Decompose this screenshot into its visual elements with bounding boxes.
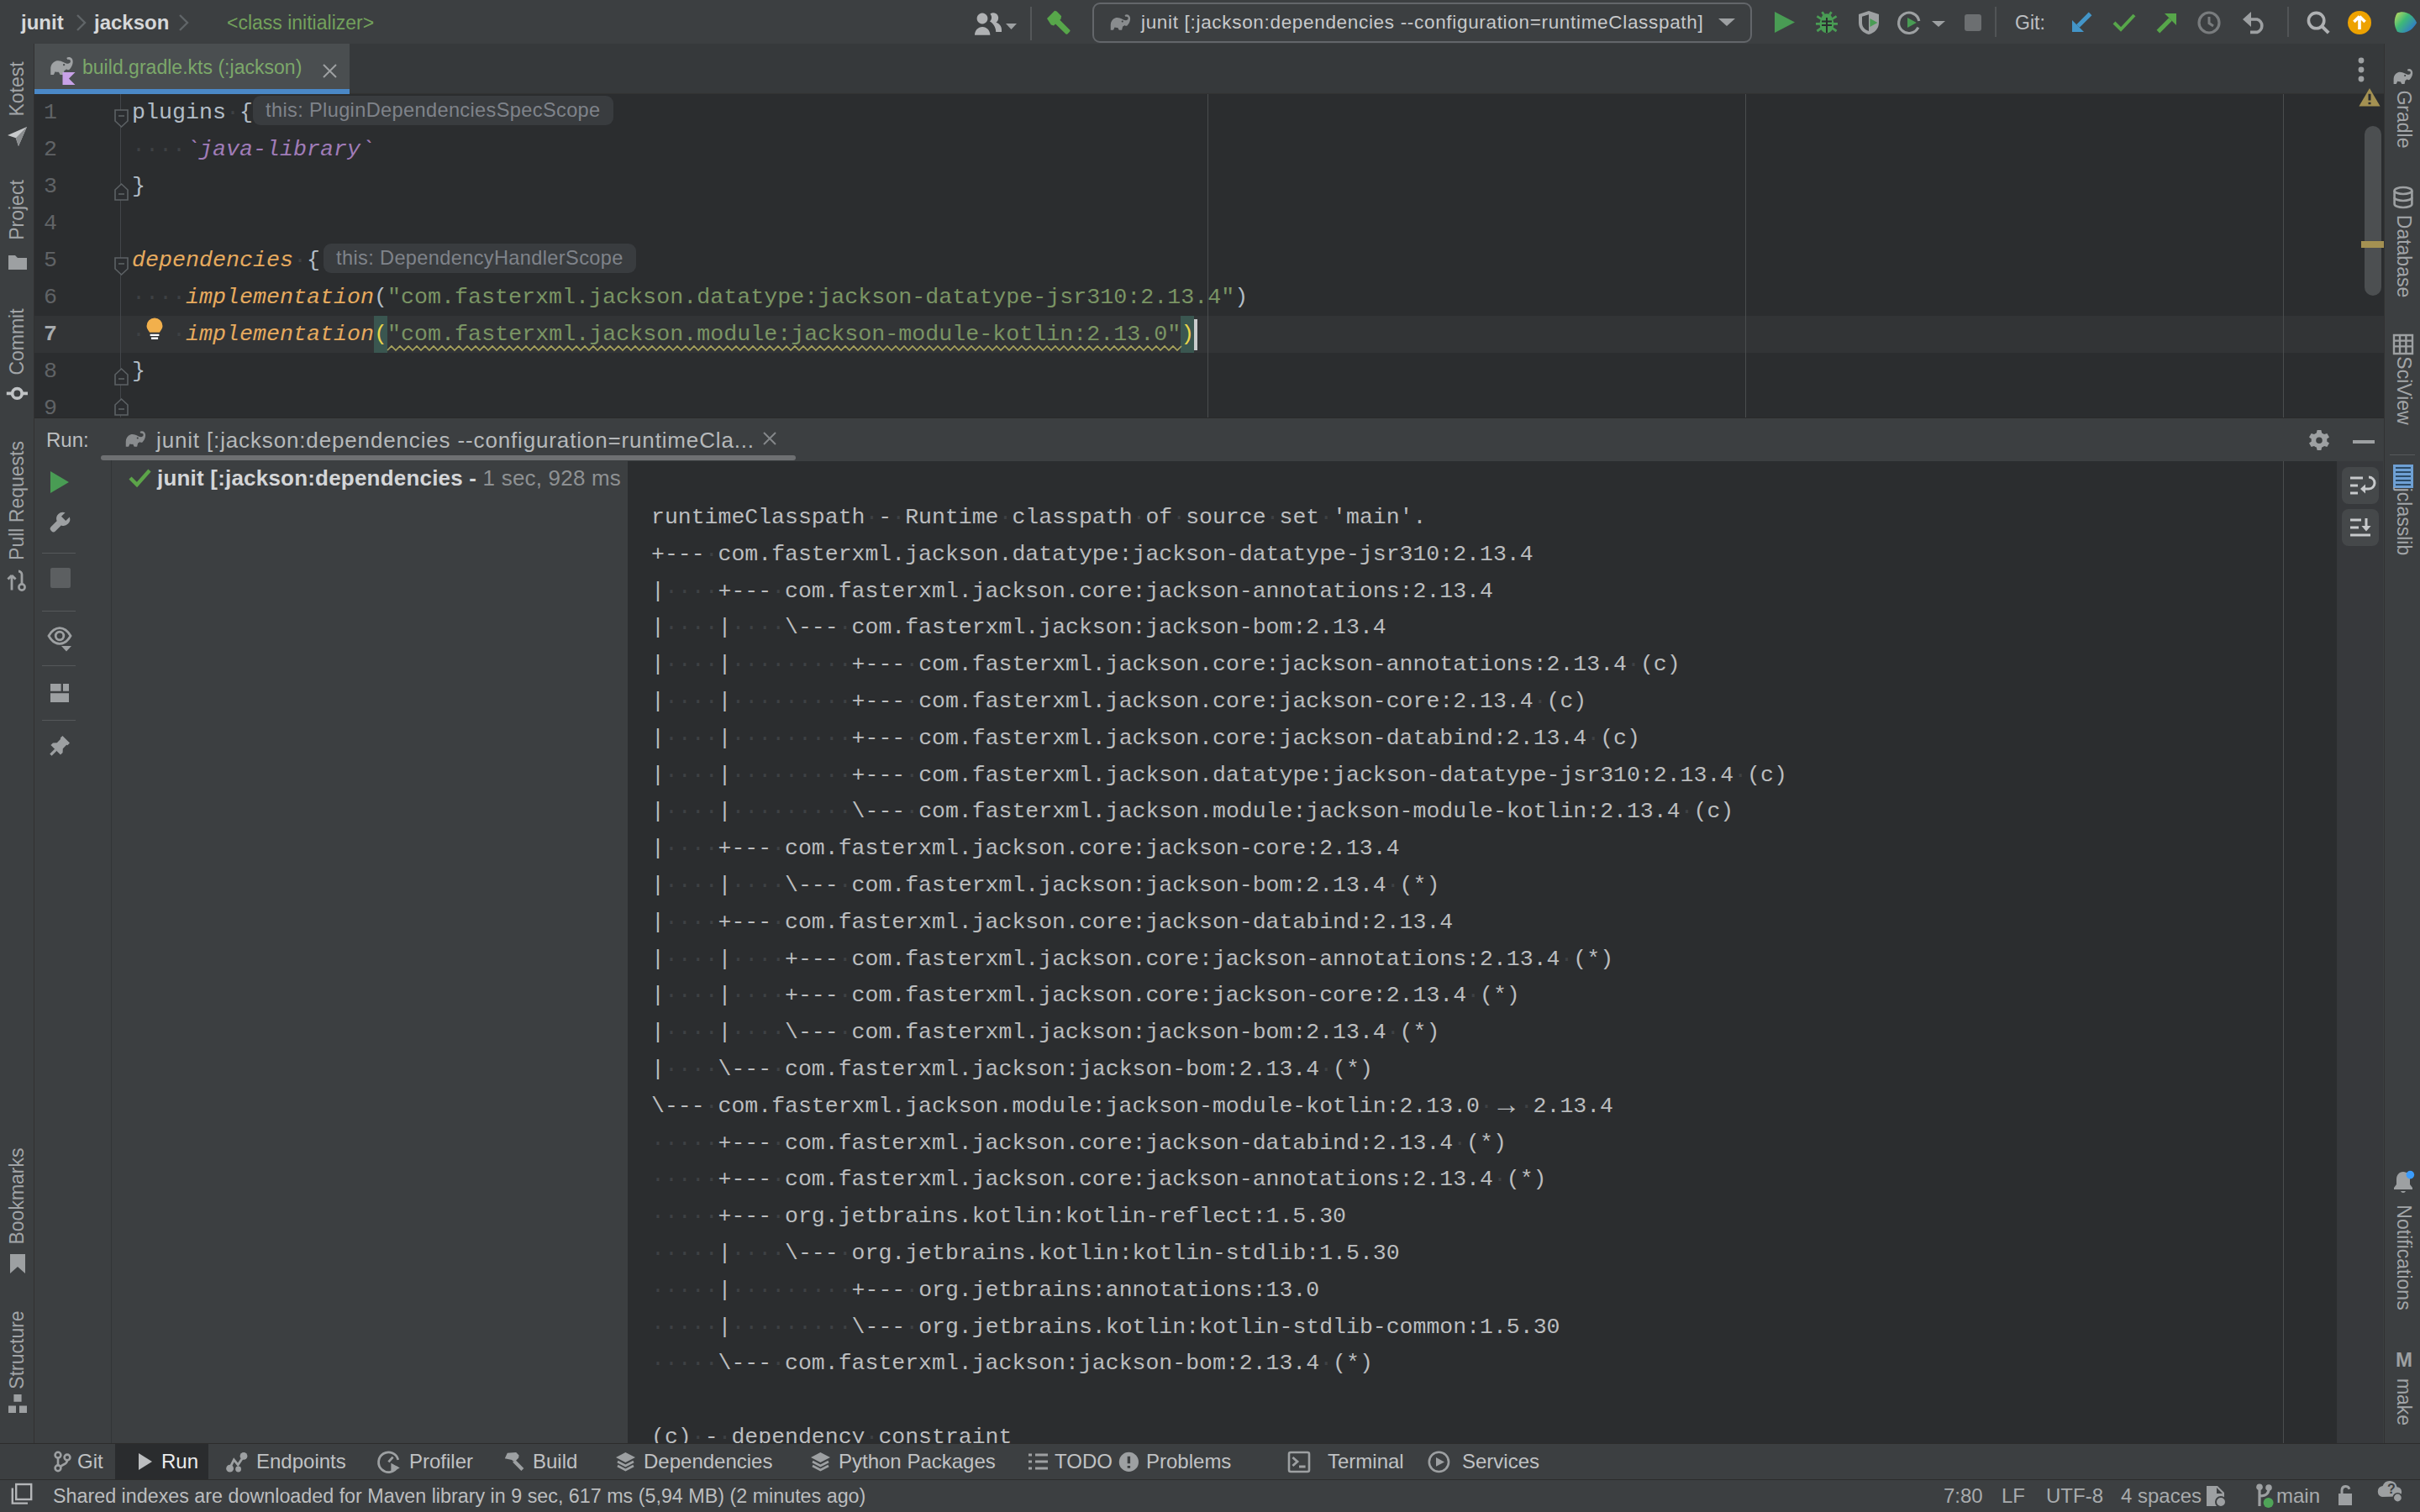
svg-text:?: ?	[2387, 1482, 2396, 1496]
